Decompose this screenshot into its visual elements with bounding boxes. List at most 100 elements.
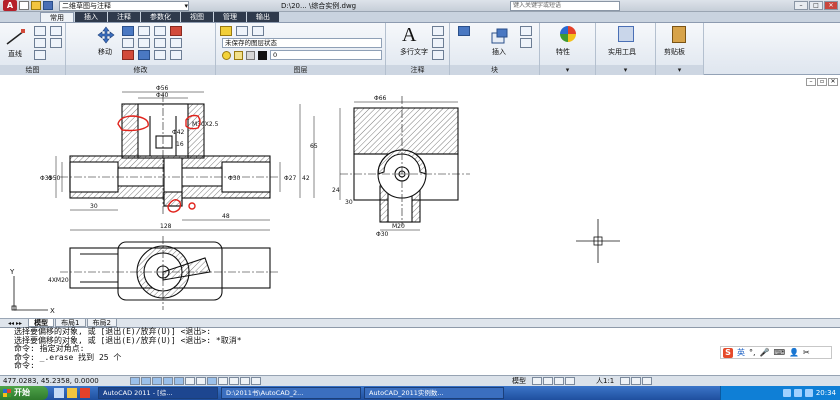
zoom-icon[interactable] bbox=[565, 377, 575, 385]
layer-match-icon[interactable] bbox=[236, 26, 248, 36]
tab-layout2[interactable]: 布局2 bbox=[86, 319, 117, 327]
osnap-toggle[interactable] bbox=[174, 377, 184, 385]
move-icon[interactable] bbox=[94, 25, 118, 45]
taskbar-item-folder[interactable]: D:\2011书\AutoCAD_2... bbox=[221, 387, 361, 399]
polyline-icon[interactable] bbox=[34, 26, 46, 36]
minimize-button[interactable]: – bbox=[794, 1, 808, 10]
workspace-selector[interactable]: 二维草图与注释 ▾ bbox=[59, 0, 189, 11]
tools-icon[interactable]: ✂ bbox=[803, 348, 810, 357]
mirror-icon[interactable] bbox=[122, 50, 134, 60]
quick-view-layouts-icon[interactable] bbox=[532, 377, 542, 385]
layer-previous-icon[interactable] bbox=[252, 26, 264, 36]
tab-home[interactable]: 常用 bbox=[40, 12, 74, 22]
tab-manage[interactable]: 管理 bbox=[214, 12, 246, 22]
lineweight-toggle[interactable] bbox=[218, 377, 228, 385]
utilities-button-label[interactable]: 实用工具 bbox=[608, 47, 636, 57]
utilities-icon[interactable] bbox=[618, 26, 634, 42]
save-icon[interactable] bbox=[43, 1, 53, 10]
grid-toggle[interactable] bbox=[141, 377, 151, 385]
erase-icon[interactable] bbox=[170, 26, 182, 36]
clipboard-panel-title[interactable]: ▾ bbox=[656, 65, 703, 75]
user-icon[interactable]: 👤 bbox=[789, 348, 799, 357]
first-layout-arrow-icon[interactable]: ◂◂ bbox=[8, 320, 14, 327]
edit-attributes-icon[interactable] bbox=[520, 38, 532, 48]
clipboard-button-label[interactable]: 剪贴板 bbox=[664, 47, 685, 57]
line-icon[interactable] bbox=[4, 27, 28, 47]
clean-screen-icon[interactable] bbox=[642, 377, 653, 385]
quick-launch-icon[interactable] bbox=[54, 388, 64, 398]
scale-icon[interactable] bbox=[154, 38, 166, 48]
modify-panel-title[interactable]: 修改 bbox=[66, 65, 215, 75]
line-button-label[interactable]: 直线 bbox=[8, 49, 22, 59]
ime-toolbar[interactable]: S 英 °, 🎤 ⌨ 👤 ✂ bbox=[720, 346, 832, 359]
move-button-label[interactable]: 移动 bbox=[98, 47, 112, 57]
drawing-canvas[interactable]: – ▫ ✕ Φ56 Φ40 Φ42 M30X2.5 16 65 Φ35 Φ50 … bbox=[0, 76, 840, 318]
explode-icon[interactable] bbox=[154, 26, 166, 36]
ime-mode-label[interactable]: 英 bbox=[737, 347, 745, 358]
fillet-icon[interactable] bbox=[138, 38, 150, 48]
microphone-icon[interactable]: 🎤 bbox=[760, 348, 770, 357]
new-icon[interactable] bbox=[19, 1, 29, 10]
stretch-icon[interactable] bbox=[138, 50, 150, 60]
dyn-toggle[interactable] bbox=[207, 377, 217, 385]
start-button[interactable]: 开始 bbox=[0, 386, 48, 400]
quick-view-drawings-icon[interactable] bbox=[543, 377, 553, 385]
offset-icon[interactable] bbox=[170, 38, 182, 48]
polar-toggle[interactable] bbox=[163, 377, 173, 385]
punctuation-icon[interactable]: °, bbox=[749, 348, 756, 357]
tab-view[interactable]: 视图 bbox=[181, 12, 213, 22]
maximize-button[interactable]: □ bbox=[809, 1, 823, 10]
circle-icon[interactable] bbox=[34, 38, 46, 48]
insert-button-label[interactable]: 插入 bbox=[492, 47, 506, 57]
block-panel-title[interactable]: 块 bbox=[450, 65, 539, 75]
selection-cycling-toggle[interactable] bbox=[251, 377, 261, 385]
tab-parametric[interactable]: 参数化 bbox=[141, 12, 180, 22]
create-block-icon[interactable] bbox=[520, 26, 532, 36]
viewport-close-button[interactable]: ✕ bbox=[828, 78, 838, 86]
dimension-icon[interactable] bbox=[432, 26, 444, 36]
extend-icon[interactable] bbox=[170, 50, 182, 60]
open-icon[interactable] bbox=[31, 1, 41, 10]
taskbar-item-document[interactable]: AutoCAD_2011实例数... bbox=[364, 387, 504, 399]
annotation-panel-title[interactable]: 注释 bbox=[386, 65, 449, 75]
layers-panel-title[interactable]: 图层 bbox=[216, 65, 385, 75]
taskbar-item-autocad[interactable]: AutoCAD 2011 - [综... bbox=[98, 387, 218, 399]
quick-properties-toggle[interactable] bbox=[240, 377, 250, 385]
leader-icon[interactable] bbox=[432, 38, 444, 48]
tab-output[interactable]: 输出 bbox=[247, 12, 279, 22]
annotation-scale[interactable]: 1:1 bbox=[603, 377, 614, 385]
properties-button-label[interactable]: 特性 bbox=[556, 47, 570, 57]
viewport-minimize-button[interactable]: – bbox=[806, 78, 816, 86]
next-layout-arrow-icon[interactable]: ▸▸ bbox=[16, 320, 22, 327]
layer-state-dropdown[interactable]: 未保存的图层状态 bbox=[222, 38, 382, 48]
command-line[interactable]: 选择要偏移的对象, 或 [退出(E)/放弃(U)] <退出>: 选择要偏移的对象… bbox=[0, 327, 840, 375]
command-prompt[interactable]: 命令: bbox=[14, 361, 840, 371]
lock-ui-icon[interactable] bbox=[631, 377, 642, 385]
copy-icon[interactable] bbox=[122, 38, 134, 48]
properties-panel-title[interactable]: ▾ bbox=[540, 65, 595, 75]
ortho-toggle[interactable] bbox=[152, 377, 162, 385]
transparency-toggle[interactable] bbox=[229, 377, 239, 385]
security-icon[interactable] bbox=[804, 389, 813, 397]
quick-launch-icon[interactable] bbox=[80, 388, 90, 398]
tab-insert[interactable]: 插入 bbox=[75, 12, 107, 22]
otrack-toggle[interactable] bbox=[185, 377, 195, 385]
draw-panel-title[interactable]: 绘图 bbox=[0, 65, 65, 75]
tab-model[interactable]: 模型 bbox=[28, 319, 55, 327]
properties-icon[interactable] bbox=[560, 26, 576, 42]
viewport-restore-button[interactable]: ▫ bbox=[817, 78, 827, 86]
hatch-icon[interactable] bbox=[50, 38, 62, 48]
volume-icon[interactable] bbox=[793, 389, 802, 397]
rectangle-icon[interactable] bbox=[50, 26, 62, 36]
quick-launch-icon[interactable] bbox=[67, 388, 77, 398]
search-input[interactable]: 键入关键字或短语 bbox=[510, 1, 620, 11]
network-icon[interactable] bbox=[782, 389, 791, 397]
layer-properties-icon[interactable] bbox=[220, 26, 232, 36]
clock[interactable]: 20:34 bbox=[816, 389, 836, 397]
clipboard-icon[interactable] bbox=[672, 26, 686, 43]
current-layer-dropdown[interactable]: 0 bbox=[270, 50, 382, 60]
snap-toggle[interactable] bbox=[130, 377, 140, 385]
application-menu-button[interactable]: A bbox=[3, 0, 17, 11]
block-editor-icon[interactable] bbox=[458, 26, 470, 36]
mtext-icon[interactable]: A bbox=[402, 24, 416, 47]
